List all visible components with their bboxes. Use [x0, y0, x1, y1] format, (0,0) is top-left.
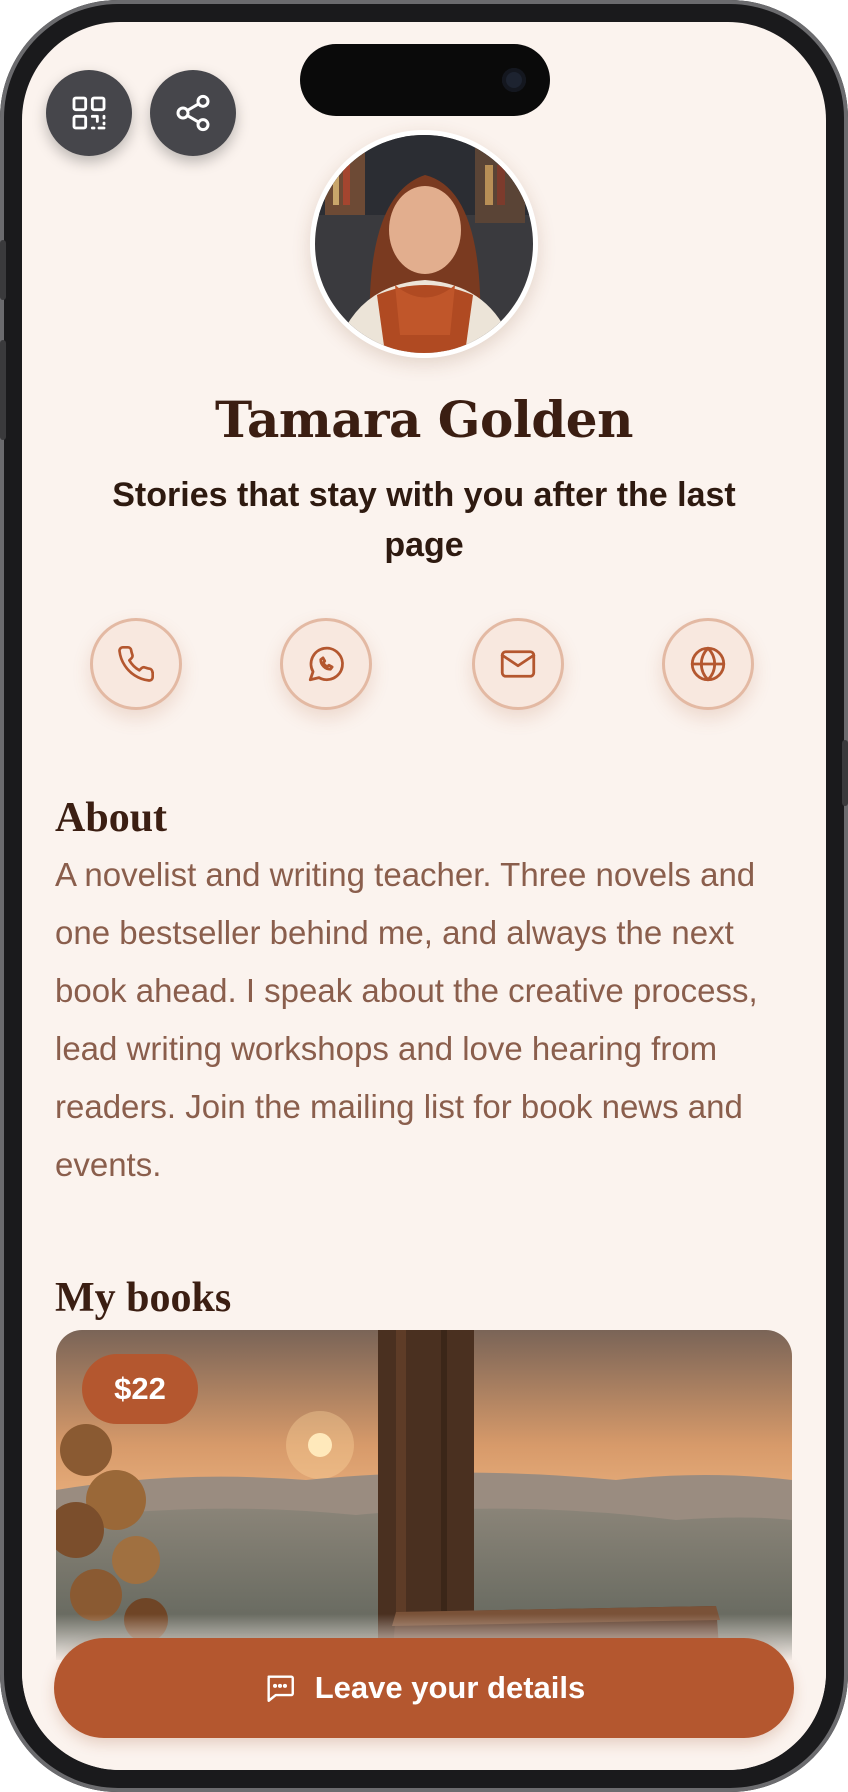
qr-code-icon — [72, 96, 106, 130]
whatsapp-button[interactable] — [280, 618, 372, 710]
website-button[interactable] — [662, 618, 754, 710]
profile-name: Tamara Golden — [215, 390, 633, 449]
profile-tagline: Stories that stay with you after the las… — [112, 476, 736, 564]
qr-code-button[interactable] — [46, 70, 132, 156]
avatar-photo — [315, 135, 533, 353]
phone-button[interactable] — [90, 618, 182, 710]
side-button — [0, 240, 6, 300]
power-button — [842, 740, 848, 806]
book-price-badge: $22 — [82, 1354, 198, 1424]
chat-icon — [267, 1675, 294, 1702]
book-card[interactable]: $22 — [56, 1330, 792, 1660]
globe-icon — [690, 646, 726, 682]
whatsapp-icon — [308, 646, 344, 682]
avatar — [310, 130, 538, 358]
camera-lens — [502, 68, 526, 92]
email-button[interactable] — [472, 618, 564, 710]
dynamic-island — [300, 44, 550, 116]
leave-details-label: Leave your details — [314, 1670, 586, 1705]
mail-icon — [500, 650, 536, 678]
books-heading: My books — [55, 1275, 232, 1321]
leave-details-button[interactable]: Leave your details — [54, 1638, 794, 1738]
volume-up-button — [0, 340, 6, 440]
share-button[interactable] — [150, 70, 236, 156]
phone-icon — [118, 645, 155, 682]
about-heading: About — [55, 795, 168, 841]
about-text: A novelist and writing teacher. Three no… — [55, 856, 758, 1183]
share-icon — [176, 94, 210, 132]
screen: Tamara Golden Stories that stay with you… — [22, 22, 826, 1770]
phone-frame: Tamara Golden Stories that stay with you… — [0, 0, 848, 1792]
